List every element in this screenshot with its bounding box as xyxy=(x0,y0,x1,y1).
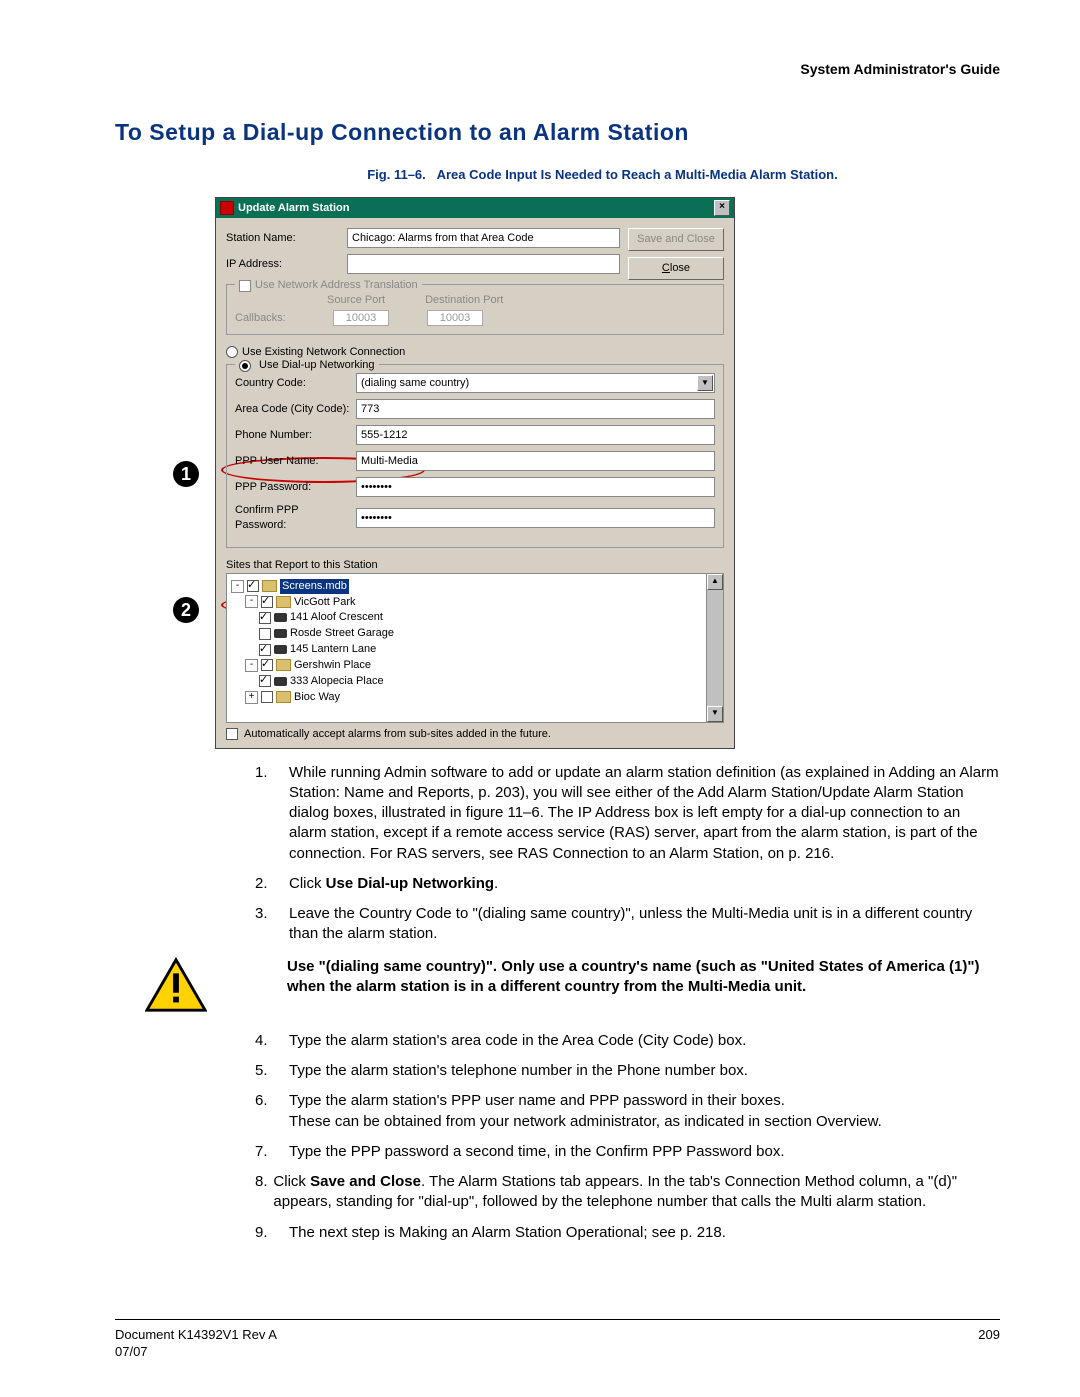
checkbox[interactable] xyxy=(259,612,271,624)
dialog-screenshot: 1 2 Update Alarm Station × Station Name:… xyxy=(215,197,735,748)
area-code-input[interactable]: 773 xyxy=(356,399,715,419)
ppp-user-input[interactable]: Multi-Media xyxy=(356,451,715,471)
header-guide: System Administrator's Guide xyxy=(115,60,1000,79)
callback-dest-input[interactable]: 10003 xyxy=(427,310,483,326)
use-existing-radio[interactable] xyxy=(226,346,238,358)
callout-two: 2 xyxy=(173,597,199,623)
step-9-text: The next step is Making an Alarm Station… xyxy=(289,1223,726,1243)
step-8-text: Click Save and Close. The Alarm Stations… xyxy=(273,1172,1000,1213)
phone-number-label: Phone Number: xyxy=(235,428,350,443)
footer-date: 07/07 xyxy=(115,1343,277,1361)
step-4-text: Type the alarm station's area code in th… xyxy=(289,1031,746,1051)
ppp-password-label: PPP Password: xyxy=(235,480,350,495)
step-num-8: 8. xyxy=(255,1172,273,1213)
country-code-select[interactable]: (dialing same country)▼ xyxy=(356,373,715,393)
station-name-label: Station Name: xyxy=(226,231,341,246)
auto-accept-label: Automatically accept alarms from sub-sit… xyxy=(244,727,551,742)
ppp-user-label: PPP User Name: xyxy=(235,454,350,469)
nat-group: Use Network Address Translation Source P… xyxy=(226,284,724,335)
app-icon xyxy=(220,201,234,215)
step-6-text: Type the alarm station's PPP user name a… xyxy=(289,1091,882,1132)
tree-scrollbar[interactable]: ▲ ▼ xyxy=(706,574,723,722)
expander-icon[interactable]: - xyxy=(231,580,244,593)
use-dialup-radio[interactable] xyxy=(239,360,251,372)
sites-label: Sites that Report to this Station xyxy=(226,558,724,573)
ip-address-label: IP Address: xyxy=(226,257,341,272)
step-num-4: 4. xyxy=(255,1031,289,1051)
checkbox[interactable] xyxy=(259,628,271,640)
step-num-6: 6. xyxy=(255,1091,289,1132)
checkbox[interactable] xyxy=(261,596,273,608)
tree-item-bioc[interactable]: Bioc Way xyxy=(294,690,340,705)
use-dialup-label: Use Dial-up Networking xyxy=(259,358,375,373)
checkbox[interactable] xyxy=(261,659,273,671)
close-icon[interactable]: × xyxy=(714,200,730,216)
tree-item-aloof[interactable]: 141 Aloof Crescent xyxy=(290,610,383,625)
checkbox[interactable] xyxy=(259,644,271,656)
camera-icon xyxy=(274,645,287,654)
auto-accept-checkbox[interactable] xyxy=(226,728,238,740)
confirm-ppp-password-input[interactable]: •••••••• xyxy=(356,508,715,528)
sites-tree[interactable]: ▲ ▼ - Screens.mdb - VicGott Park 141 Aloof… xyxy=(226,573,724,723)
tree-item-gershwin[interactable]: Gershwin Place xyxy=(294,658,371,673)
step-num-7: 7. xyxy=(255,1142,289,1162)
callback-source-input[interactable]: 10003 xyxy=(333,310,389,326)
callbacks-label: Callbacks: xyxy=(235,311,325,326)
area-code-label: Area Code (City Code): xyxy=(235,402,350,417)
folder-icon xyxy=(276,596,291,608)
step-2-text: Click Use Dial-up Networking. xyxy=(289,874,498,894)
figure-caption: Fig. 11–6. Area Code Input Is Needed to … xyxy=(205,166,1000,184)
station-name-input[interactable]: Chicago: Alarms from that Area Code xyxy=(347,228,620,248)
folder-icon xyxy=(262,580,277,592)
save-and-close-button[interactable]: Save and Close xyxy=(628,228,724,251)
tree-item-lantern[interactable]: 145 Lantern Lane xyxy=(290,642,376,657)
warning-text: Use "(dialing same country)". Only use a… xyxy=(287,957,1000,998)
step-num-5: 5. xyxy=(255,1061,289,1081)
confirm-ppp-password-label: Confirm PPP Password: xyxy=(235,503,350,533)
scroll-down-icon[interactable]: ▼ xyxy=(707,706,723,722)
use-existing-label: Use Existing Network Connection xyxy=(242,346,405,358)
tree-item-rosde[interactable]: Rosde Street Garage xyxy=(290,626,394,641)
folder-icon xyxy=(276,691,291,703)
step-3-text: Leave the Country Code to "(dialing same… xyxy=(289,904,1000,945)
step-1-text: While running Admin software to add or u… xyxy=(289,763,1000,864)
close-button[interactable]: Close xyxy=(628,257,724,280)
expander-icon[interactable]: + xyxy=(245,691,258,704)
folder-icon xyxy=(276,659,291,671)
nat-dest-label: Destination Port xyxy=(425,293,503,308)
footer-page-number: 209 xyxy=(978,1326,1000,1361)
country-code-label: Country Code: xyxy=(235,376,350,391)
expander-icon[interactable]: - xyxy=(245,659,258,672)
expander-icon[interactable]: - xyxy=(245,595,258,608)
scroll-up-icon[interactable]: ▲ xyxy=(707,574,723,590)
dialog-title: Update Alarm Station xyxy=(238,201,349,216)
chevron-down-icon[interactable]: ▼ xyxy=(697,375,713,391)
step-num-1: 1. xyxy=(255,763,289,864)
callout-one: 1 xyxy=(173,461,199,487)
step-num-3: 3. xyxy=(255,904,289,945)
step-5-text: Type the alarm station's telephone numbe… xyxy=(289,1061,748,1081)
tree-item-alopecia[interactable]: 333 Alopecia Place xyxy=(290,674,384,689)
checkbox[interactable] xyxy=(259,675,271,687)
footer-doc-id: Document K14392V1 Rev A xyxy=(115,1326,277,1344)
tree-item-vicgott[interactable]: VicGott Park xyxy=(294,595,356,610)
camera-icon xyxy=(274,629,287,638)
page-title: To Setup a Dial-up Connection to an Alar… xyxy=(115,117,1000,148)
checkbox[interactable] xyxy=(247,580,259,592)
step-num-9: 9. xyxy=(255,1223,289,1243)
phone-number-input[interactable]: 555-1212 xyxy=(356,425,715,445)
camera-icon xyxy=(274,613,287,622)
nat-source-label: Source Port xyxy=(327,293,385,308)
ppp-password-input[interactable]: •••••••• xyxy=(356,477,715,497)
step-7-text: Type the PPP password a second time, in … xyxy=(289,1142,785,1162)
step-num-2: 2. xyxy=(255,874,289,894)
checkbox[interactable] xyxy=(261,691,273,703)
tree-root[interactable]: Screens.mdb xyxy=(280,579,349,594)
camera-icon xyxy=(274,677,287,686)
warning-icon xyxy=(145,957,207,1019)
ip-address-input[interactable] xyxy=(347,254,620,274)
